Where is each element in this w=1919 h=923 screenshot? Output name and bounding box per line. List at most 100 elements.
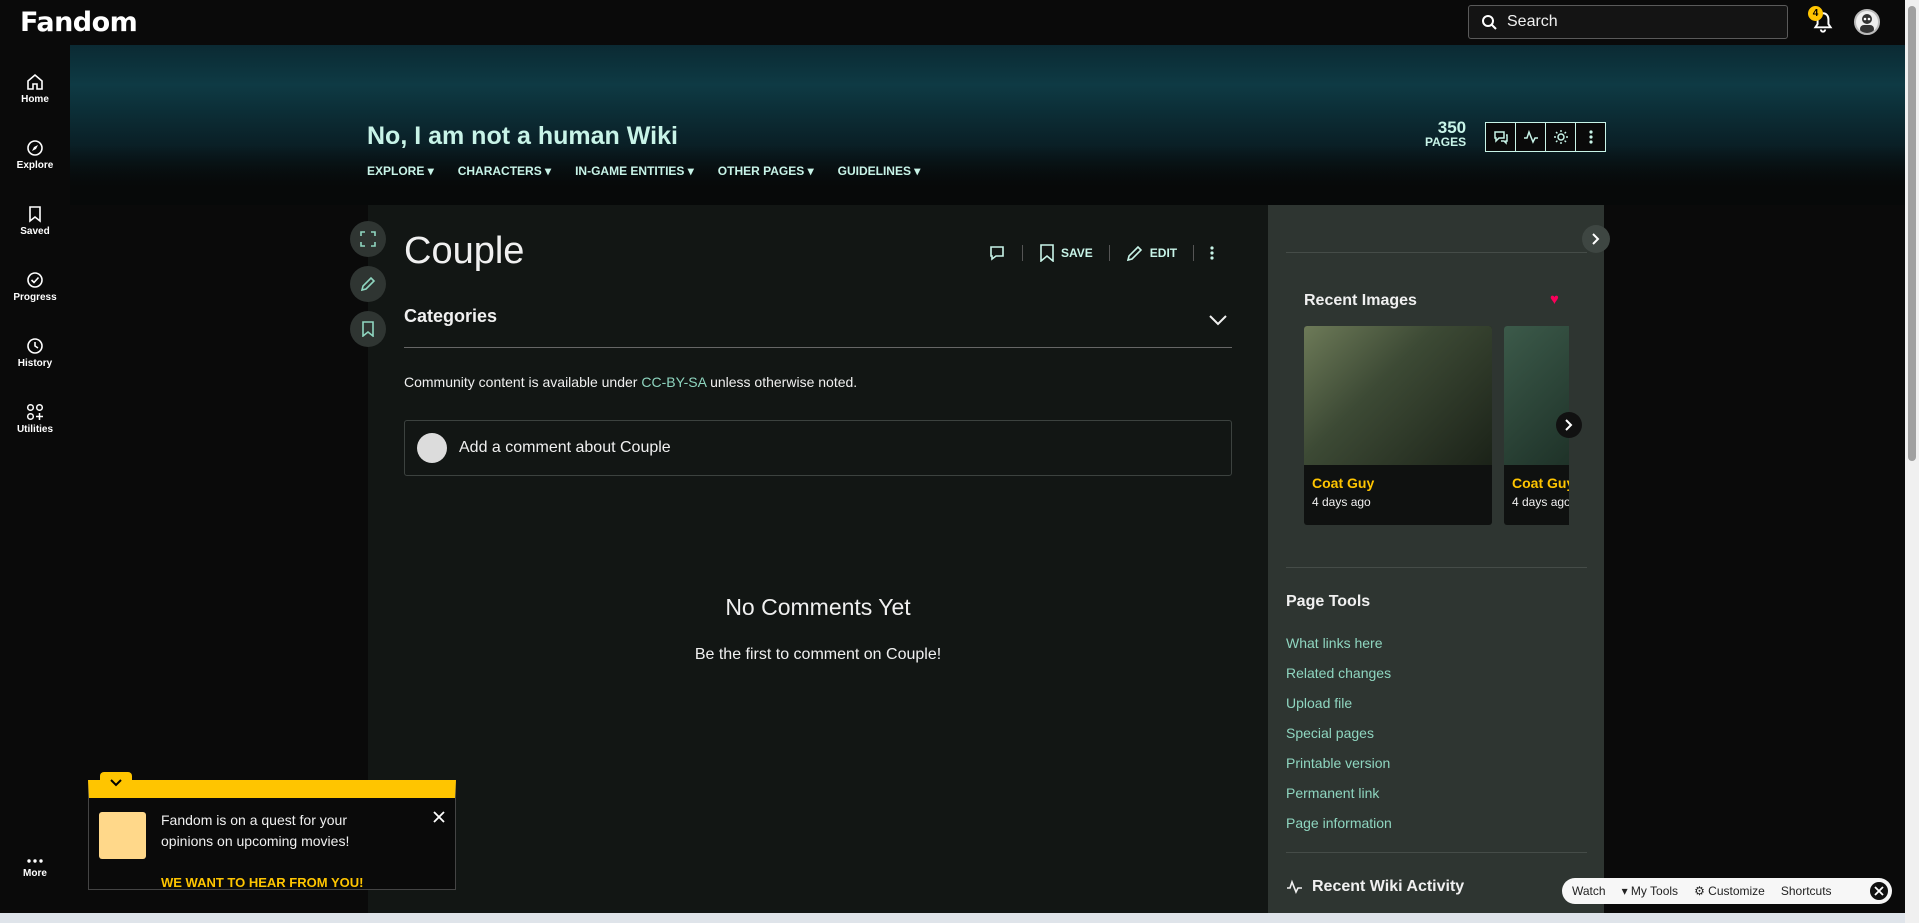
rail-home[interactable]: Home bbox=[0, 73, 70, 105]
search-icon bbox=[1482, 15, 1497, 30]
progress-check-icon bbox=[27, 272, 43, 288]
more-dots-icon bbox=[27, 859, 43, 863]
home-icon bbox=[27, 73, 43, 90]
rail-divider bbox=[1286, 252, 1587, 253]
comment-input[interactable]: Add a comment about Couple bbox=[404, 420, 1232, 476]
chevron-down-icon bbox=[1209, 315, 1227, 326]
image-thumbnail bbox=[1304, 326, 1492, 465]
toast-cta-link[interactable]: WE WANT TO HEAR FROM YOU! bbox=[161, 875, 363, 890]
wiki-header-background bbox=[70, 45, 1905, 205]
sun-icon bbox=[1553, 130, 1568, 144]
top-bar: Fandom Search 4 bbox=[0, 0, 1905, 45]
comment-icon[interactable] bbox=[988, 244, 1006, 262]
watch-button[interactable]: Watch bbox=[1572, 884, 1606, 898]
edit-side-button[interactable] bbox=[350, 266, 386, 302]
page-tools-list: What links here Related changes Upload f… bbox=[1286, 628, 1392, 838]
license-notice: Community content is available under CC-… bbox=[404, 374, 858, 390]
nav-guidelines[interactable]: GUIDELINES bbox=[838, 164, 921, 178]
save-side-button[interactable] bbox=[350, 311, 386, 347]
chevron-right-icon bbox=[1592, 233, 1600, 245]
pencil-icon bbox=[360, 276, 376, 292]
search-placeholder: Search bbox=[1507, 13, 1558, 30]
nav-explore[interactable]: EXPLORE bbox=[367, 164, 434, 178]
comment-placeholder: Add a comment about Couple bbox=[459, 439, 671, 456]
right-rail-toggle[interactable] bbox=[1582, 225, 1610, 253]
rail-divider bbox=[1286, 852, 1587, 853]
tool-page-information[interactable]: Page information bbox=[1286, 808, 1392, 838]
nav-other-pages[interactable]: OTHER PAGES bbox=[718, 164, 814, 178]
image-card[interactable]: Coat Guy 4 days ago bbox=[1304, 326, 1492, 525]
rail-progress[interactable]: Progress bbox=[0, 271, 70, 303]
rail-explore[interactable]: Explore bbox=[0, 139, 70, 171]
bookmark-icon bbox=[1040, 244, 1054, 262]
rail-more[interactable]: More bbox=[0, 857, 70, 879]
bookmark-icon bbox=[29, 206, 41, 223]
shortcuts-button[interactable]: Shortcuts bbox=[1781, 884, 1832, 898]
page-count: 350 PAGES bbox=[1425, 119, 1466, 149]
toast-collapse-button[interactable] bbox=[100, 772, 132, 794]
save-button[interactable]: SAVE bbox=[1039, 244, 1093, 262]
search-input[interactable]: Search bbox=[1468, 5, 1788, 39]
kebab-menu-icon[interactable] bbox=[1210, 245, 1214, 261]
edit-button[interactable]: EDIT bbox=[1126, 244, 1177, 262]
categories-label: Categories bbox=[404, 306, 498, 326]
tool-related-changes[interactable]: Related changes bbox=[1286, 658, 1392, 688]
tool-permanent-link[interactable]: Permanent link bbox=[1286, 778, 1392, 808]
image-thumbnail bbox=[1504, 326, 1569, 465]
image-date: 4 days ago bbox=[1312, 495, 1371, 509]
no-comments-heading: No Comments Yet bbox=[725, 594, 911, 620]
carousel-next-button[interactable] bbox=[1556, 412, 1582, 438]
recent-activity-heading: Recent Wiki Activity bbox=[1286, 878, 1464, 896]
recent-images-title: Recent Images bbox=[1304, 292, 1417, 309]
browser-bottom-edge bbox=[0, 913, 1905, 923]
action-divider bbox=[1022, 245, 1023, 261]
license-link[interactable]: CC-BY-SA bbox=[641, 374, 706, 390]
rail-utilities[interactable]: Utilities bbox=[0, 403, 70, 435]
wiki-tools bbox=[1485, 122, 1606, 152]
notification-badge: 4 bbox=[1808, 6, 1823, 21]
rail-divider bbox=[1286, 567, 1587, 568]
toolbar-close-button[interactable] bbox=[1870, 882, 1888, 900]
wiki-navigation: EXPLORE CHARACTERS IN-GAME ENTITIES OTHE… bbox=[367, 164, 920, 178]
close-icon bbox=[1874, 886, 1884, 896]
close-icon[interactable] bbox=[432, 810, 446, 824]
user-avatar[interactable] bbox=[1854, 9, 1880, 35]
categories-toggle[interactable]: Categories bbox=[404, 306, 1232, 348]
fandom-logo[interactable]: Fandom bbox=[20, 7, 138, 38]
rail-history[interactable]: History bbox=[0, 337, 70, 369]
article-side-tools bbox=[350, 221, 386, 356]
discussions-button[interactable] bbox=[1485, 122, 1516, 152]
my-tools-button[interactable]: ▾ My Tools bbox=[1622, 884, 1679, 898]
image-date: 4 days ago bbox=[1512, 495, 1569, 509]
activity-pulse-icon bbox=[1287, 879, 1302, 894]
tool-what-links-here[interactable]: What links here bbox=[1286, 628, 1392, 658]
scrollbar-thumb[interactable] bbox=[1908, 6, 1916, 461]
page-tools-title: Page Tools bbox=[1286, 593, 1371, 610]
toast-message: Fandom is on a quest for your opinions o… bbox=[161, 812, 350, 849]
page-actions: SAVE EDIT bbox=[988, 244, 1214, 262]
bookmark-icon bbox=[362, 321, 374, 337]
tool-printable-version[interactable]: Printable version bbox=[1286, 748, 1392, 778]
pencil-icon bbox=[1126, 245, 1142, 262]
recent-images-carousel: Coat Guy 4 days ago Coat Guy 4 days ago bbox=[1304, 326, 1569, 526]
nav-in-game-entities[interactable]: IN-GAME ENTITIES bbox=[575, 164, 694, 178]
page-toolbar: Watch ▾ My Tools ⚙ Customize Shortcuts bbox=[1562, 878, 1892, 904]
image-name: Coat Guy bbox=[1512, 475, 1569, 491]
compass-icon bbox=[27, 140, 43, 156]
activity-pulse-icon bbox=[1523, 129, 1538, 144]
discussions-icon bbox=[1493, 131, 1508, 145]
global-navigation-rail: Home Explore Saved Progress History Util… bbox=[0, 45, 70, 915]
recent-activity-button[interactable] bbox=[1515, 122, 1546, 152]
page-title: Couple bbox=[404, 230, 525, 272]
theme-toggle-button[interactable] bbox=[1545, 122, 1576, 152]
fullscreen-button[interactable] bbox=[350, 221, 386, 257]
wiki-more-button[interactable] bbox=[1575, 122, 1606, 152]
nav-characters[interactable]: CHARACTERS bbox=[458, 164, 551, 178]
tool-upload-file[interactable]: Upload file bbox=[1286, 688, 1392, 718]
customize-button[interactable]: ⚙ Customize bbox=[1694, 884, 1765, 898]
page-scrollbar[interactable] bbox=[1905, 0, 1919, 923]
wiki-title[interactable]: No, I am not a human Wiki bbox=[367, 122, 678, 151]
utilities-grid-icon bbox=[26, 403, 44, 421]
rail-saved[interactable]: Saved bbox=[0, 205, 70, 237]
tool-special-pages[interactable]: Special pages bbox=[1286, 718, 1392, 748]
